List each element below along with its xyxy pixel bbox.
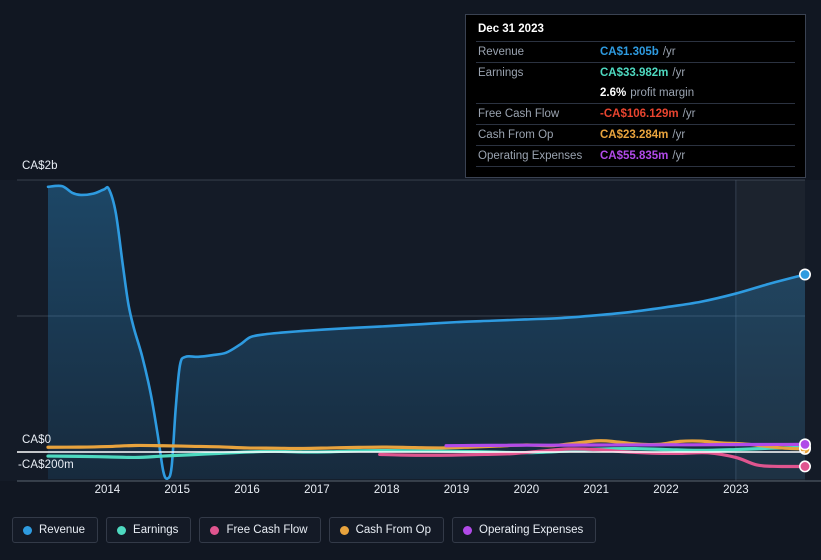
x-axis-tick-label: 2016 — [234, 484, 260, 496]
tooltip-row-unit: profit margin — [630, 86, 695, 99]
x-axis-tick-label: 2023 — [723, 484, 749, 496]
legend-color-dot-icon — [210, 525, 220, 535]
x-axis-tick-label: 2020 — [513, 484, 540, 496]
series-endpoint-marker — [798, 460, 811, 473]
tooltip-row-label: Free Cash Flow — [478, 107, 560, 120]
tooltip-row-value-group: CA$55.835m/yr — [600, 149, 685, 164]
tooltip-row-value: CA$23.284m — [600, 128, 669, 141]
x-axis-tick-label: 2022 — [653, 484, 679, 496]
tooltip-row-value: -CA$106.129m — [600, 107, 679, 120]
tooltip-row-value: 2.6% — [600, 86, 627, 99]
legend-item-cash-from-op[interactable]: Cash From Op — [328, 517, 445, 543]
x-axis-tick-label: 2014 — [94, 484, 121, 496]
tooltip-row: 2.6% profit margin — [476, 83, 795, 103]
tooltip-row: Revenue CA$1.305b/yr — [476, 41, 795, 62]
tooltip-row: Earnings CA$33.982m/yr — [476, 62, 795, 83]
tooltip-row: Operating Expenses CA$55.835m/yr — [476, 145, 795, 166]
tooltip-row-unit: /yr — [662, 45, 676, 58]
series-endpoint-marker — [798, 268, 811, 281]
y-axis-label-zero: CA$0 — [22, 434, 52, 446]
chart-plot-area[interactable] — [0, 155, 821, 485]
legend-color-dot-icon — [339, 525, 349, 535]
legend-color-dot-icon — [23, 525, 32, 535]
legend-item-earnings[interactable]: Earnings — [106, 517, 192, 543]
legend-item-label: Operating Expenses — [479, 524, 584, 536]
tooltip-footer-rule — [476, 166, 795, 169]
tooltip-row-value-group: CA$33.982m/yr — [600, 66, 685, 81]
legend-color-dot-icon — [117, 525, 127, 535]
tooltip-row-unit: /yr — [682, 107, 696, 120]
tooltip-row-label: Revenue — [478, 45, 525, 58]
tooltip-row-value-group: CA$1.305b/yr — [600, 45, 676, 60]
legend-item-free-cash-flow[interactable]: Free Cash Flow — [199, 517, 321, 543]
x-axis-tick-label: 2017 — [304, 484, 330, 496]
series-line — [444, 442, 807, 448]
tooltip-date: Dec 31 2023 — [478, 23, 544, 35]
tooltip-row-label: Cash From Op — [478, 128, 554, 141]
y-axis-label-top: CA$2b — [22, 160, 58, 172]
legend-item-label: Free Cash Flow — [226, 524, 308, 536]
legend-item-operating-expenses[interactable]: Operating Expenses — [452, 517, 597, 543]
tooltip-row: Free Cash Flow -CA$106.129m/yr — [476, 103, 795, 124]
legend-item-label: Cash From Op — [355, 524, 432, 536]
x-axis-tick-label: 2015 — [164, 484, 190, 496]
tooltip-row-value: CA$55.835m — [600, 149, 669, 162]
tooltip-row-label: Earnings — [478, 66, 524, 79]
series-endpoint-marker — [798, 438, 811, 451]
tooltip-row-unit: /yr — [672, 128, 686, 141]
y-axis-label-bottom: -CA$200m — [18, 459, 74, 471]
x-axis: 2014 2015 2016 2017 2018 2019 2020 2021 2022 2023 — [0, 484, 821, 506]
legend-item-revenue[interactable]: Revenue — [12, 517, 99, 543]
legend-item-label: Revenue — [39, 524, 86, 536]
chart-svg — [0, 179, 821, 482]
tooltip-row-label: Operating Expenses — [478, 149, 583, 162]
tooltip-row: Cash From Op CA$23.284m/yr — [476, 124, 795, 145]
tooltip-row-value: CA$33.982m — [600, 66, 669, 79]
tooltip-row-unit: /yr — [672, 66, 686, 79]
financial-performance-chart: CA$2b CA$0 -CA$200m 2014 2015 2016 2017 2018… — [0, 0, 821, 560]
tooltip-row-value-group: -CA$106.129m/yr — [600, 107, 695, 122]
tooltip-rows: Revenue CA$1.305b/yr Earnings CA$33.982m/yr… — [476, 41, 795, 166]
legend-color-dot-icon — [463, 525, 473, 535]
tooltip-row-value: CA$1.305b — [600, 45, 659, 58]
tooltip-row-value-group: CA$23.284m/yr — [600, 128, 685, 143]
tooltip-row-value-group: 2.6% profit margin — [600, 86, 694, 101]
chart-legend: Revenue Earnings Free Cash Flow Cash From O… — [12, 517, 597, 543]
data-tooltip: Dec 31 2023 Revenue CA$1.305b/yr Earnings C… — [465, 14, 806, 178]
tooltip-row-unit: /yr — [672, 149, 686, 162]
x-axis-tick-label: 2019 — [443, 484, 470, 496]
legend-item-label: Earnings — [133, 524, 179, 536]
x-axis-tick-label: 2021 — [583, 484, 609, 496]
x-axis-tick-label: 2018 — [373, 484, 400, 496]
